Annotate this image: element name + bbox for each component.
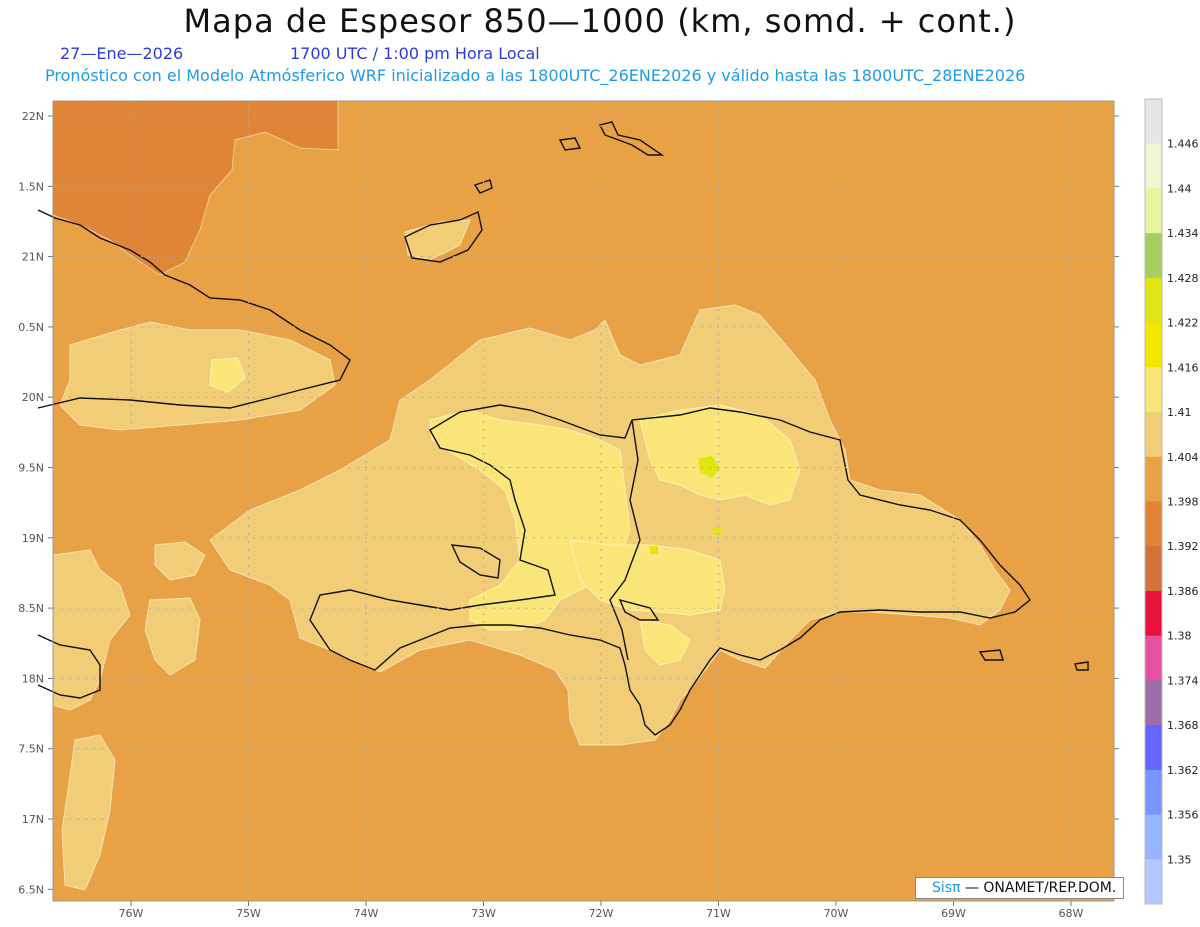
colorbar-label: 1.386 — [1167, 585, 1199, 598]
colorbar-swatch — [1145, 277, 1162, 324]
colorbar-label: 1.356 — [1167, 809, 1199, 822]
colorbar-swatch — [1145, 367, 1162, 413]
colorbar-swatch — [1145, 814, 1162, 860]
colorbar-label: 1.38 — [1167, 630, 1192, 643]
lon-tick-label: 76W — [119, 907, 144, 920]
lat-tick-label: 18N — [22, 672, 44, 685]
colorbar-swatch — [1145, 233, 1162, 279]
lat-tick-label: 22N — [22, 110, 44, 123]
colorbar-swatch — [1145, 322, 1162, 368]
colorbar-swatch — [1145, 769, 1162, 816]
colorbar-swatch — [1145, 859, 1162, 905]
colorbar-label: 1.374 — [1167, 674, 1199, 687]
colorbar-label: 1.44 — [1167, 182, 1192, 195]
lon-tick-label: 75W — [236, 907, 261, 920]
colorbar-swatch — [1145, 188, 1162, 234]
lon-tick-label: 71W — [706, 907, 731, 920]
colorbar-label: 1.428 — [1167, 272, 1199, 285]
colorbar-label: 1.35 — [1167, 853, 1192, 866]
lat-tick-label: 0.5N — [18, 321, 44, 334]
lat-tick-label: 8.5N — [18, 602, 44, 615]
colorbar-swatch — [1145, 143, 1162, 189]
colorbar-swatch — [1145, 680, 1162, 726]
longitude-ticks: 76W 75W 74W 73W 72W 71W 70W 69W 68W — [119, 901, 1084, 920]
credit-box: Sisπ — ONAMET/REP.DOM. — [915, 877, 1124, 899]
colorbar-label: 1.446 — [1167, 138, 1199, 151]
lon-tick-label: 68W — [1059, 907, 1084, 920]
lon-tick-label: 73W — [471, 907, 496, 920]
colorbar-label: 1.398 — [1167, 496, 1199, 509]
lon-tick-label: 74W — [354, 907, 379, 920]
lon-tick-label: 69W — [941, 907, 966, 920]
colorbar-label: 1.422 — [1167, 317, 1199, 330]
lat-tick-label: 1.5N — [18, 180, 44, 193]
colorbar-label: 1.41 — [1167, 406, 1192, 419]
thickness-map: 22N 1.5N 21N 0.5N 20N 9.5N 19N 8.5N 18N 7.5N 17N 6.… — [18, 98, 1199, 920]
colorbar-label: 1.392 — [1167, 540, 1199, 553]
colorbar-swatch — [1145, 590, 1162, 637]
colorbar-label: 1.404 — [1167, 451, 1199, 464]
colorbar-label: 1.434 — [1167, 227, 1199, 240]
lat-tick-label: 9.5N — [18, 462, 44, 475]
lat-tick-label: 19N — [22, 532, 44, 545]
colorbar-swatch — [1145, 725, 1162, 771]
credit-logo: Sisπ — [932, 880, 961, 896]
colorbar-swatch — [1145, 456, 1162, 502]
colorbar-swatch — [1145, 546, 1162, 592]
lat-tick-label: 20N — [22, 391, 44, 404]
colorbar-swatch — [1145, 501, 1162, 547]
colorbar-swatch — [1145, 99, 1162, 145]
colorbar-swatch — [1145, 412, 1162, 458]
credit-org: — ONAMET/REP.DOM. — [964, 880, 1117, 896]
colorbar-label: 1.416 — [1167, 361, 1199, 374]
colorbar-label: 1.368 — [1167, 719, 1199, 732]
lon-tick-label: 70W — [824, 907, 849, 920]
colorbar-label: 1.362 — [1167, 764, 1199, 777]
lon-tick-label: 72W — [589, 907, 614, 920]
peak-patch-2 — [650, 546, 658, 554]
colorbar: 1.446 1.44 1.434 1.428 1.422 1.416 1.41 1.404 1.… — [1144, 98, 1199, 905]
lat-tick-label: 6.5N — [18, 883, 44, 896]
lat-tick-label: 17N — [22, 813, 44, 826]
colorbar-swatch — [1145, 635, 1162, 681]
lat-tick-label: 7.5N — [18, 743, 44, 756]
lat-tick-label: 21N — [22, 251, 44, 264]
